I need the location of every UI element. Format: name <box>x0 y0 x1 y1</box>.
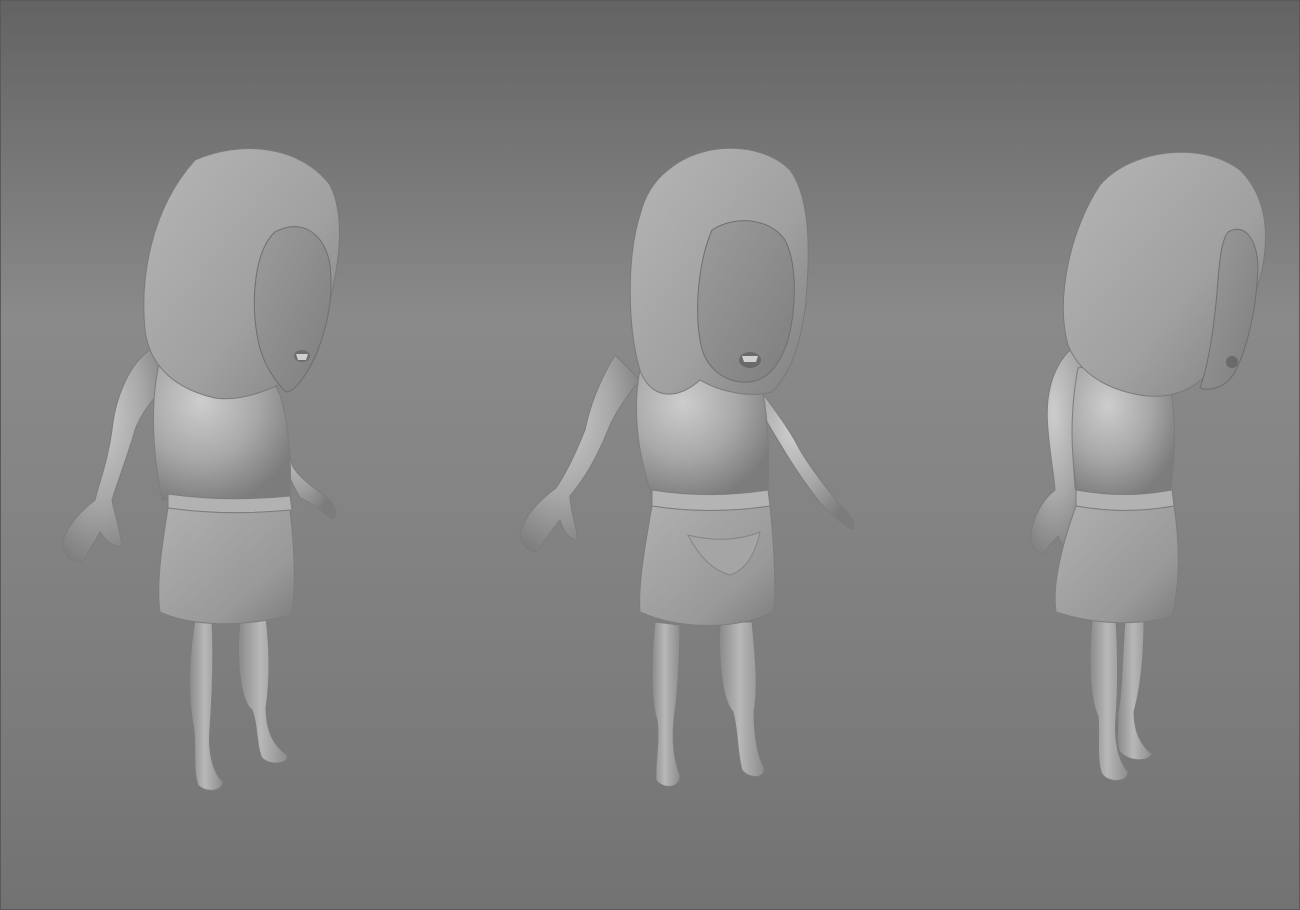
right-leg <box>719 621 765 777</box>
skirt <box>158 507 295 625</box>
character-model-front <box>519 147 855 787</box>
skirt <box>639 505 776 626</box>
teeth <box>742 356 758 362</box>
sculpt-scene <box>61 147 1267 791</box>
skirt <box>1054 505 1179 624</box>
character-model-three-quarter <box>61 148 340 791</box>
teeth <box>296 354 308 360</box>
mouth <box>1226 356 1238 368</box>
character-model-side <box>1029 151 1267 781</box>
left-leg <box>651 621 681 787</box>
right-arm <box>757 388 855 531</box>
left-arm <box>61 349 169 563</box>
left-leg <box>189 619 224 791</box>
render-viewport <box>0 0 1300 910</box>
right-leg <box>1117 619 1153 761</box>
left-arm <box>519 354 641 552</box>
right-leg <box>238 617 288 764</box>
